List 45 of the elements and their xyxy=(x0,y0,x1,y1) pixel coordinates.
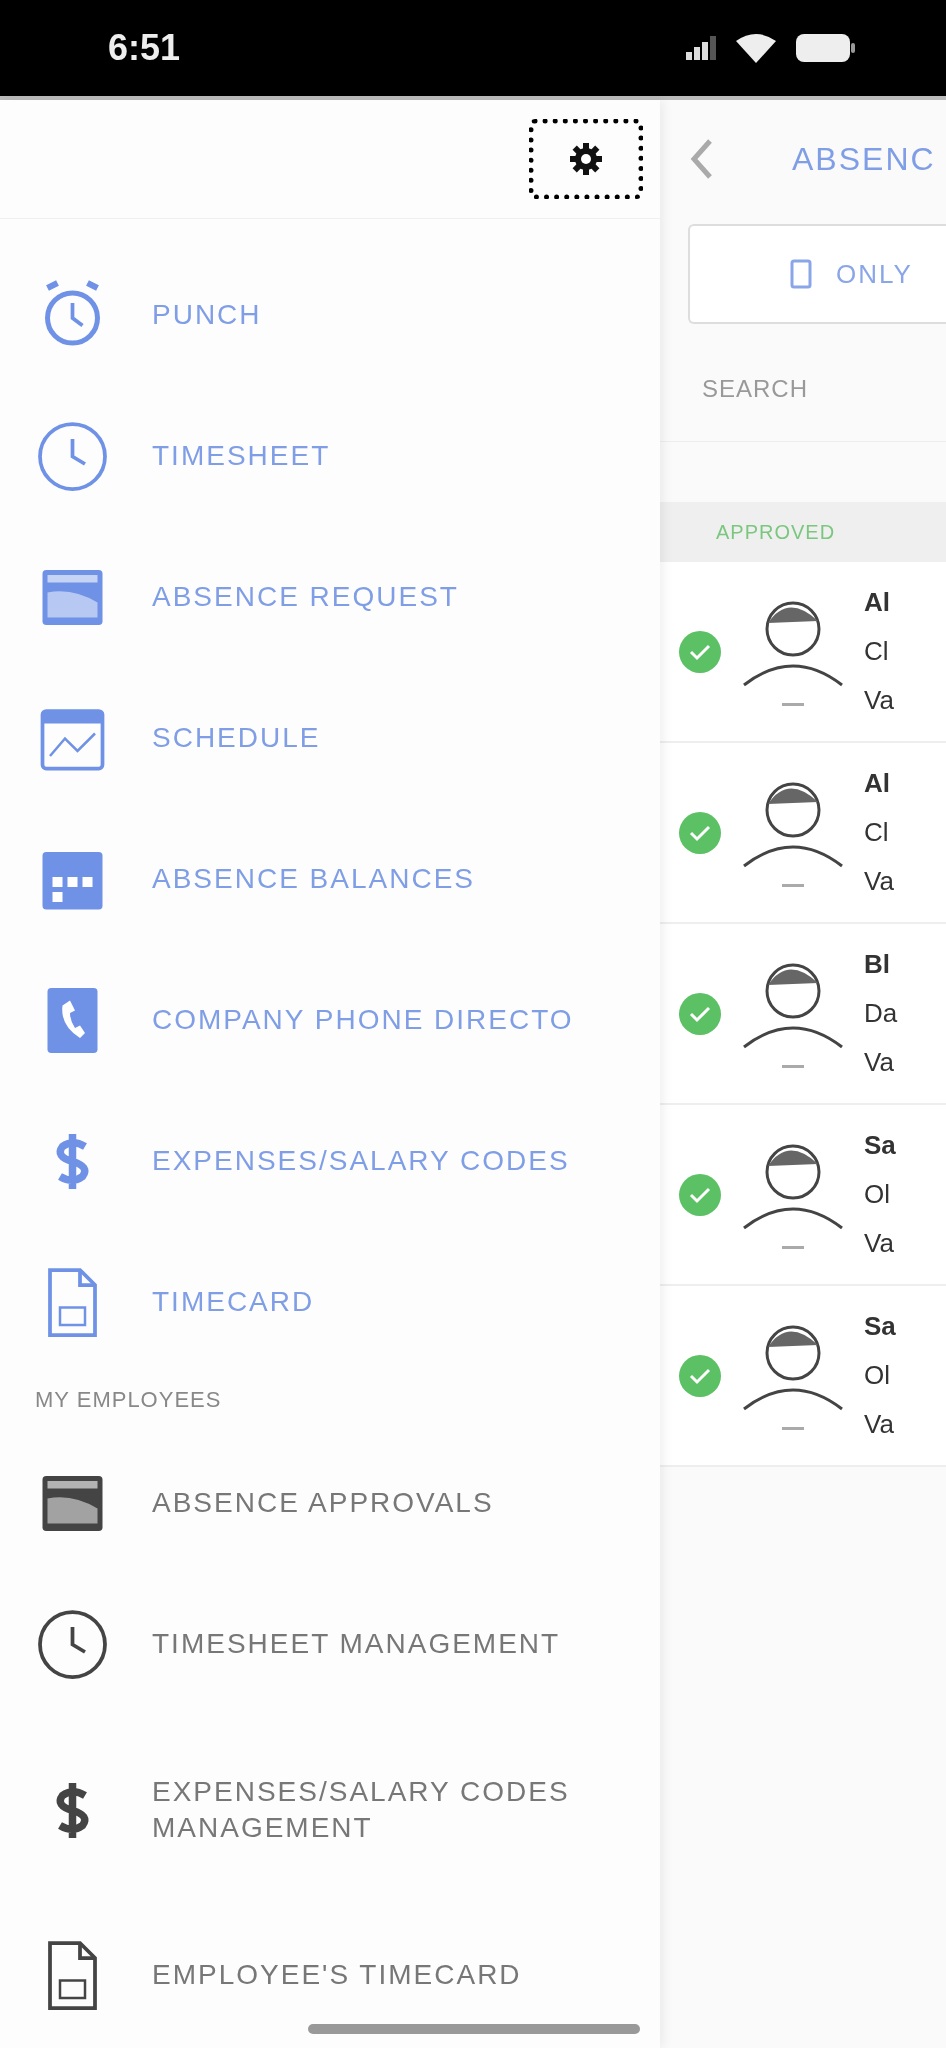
menu-item[interactable]: ABSENCE BALANCES xyxy=(0,809,660,950)
signal-icon xyxy=(686,36,716,60)
request-dates: Va xyxy=(864,685,894,716)
menu-item[interactable]: PUNCH xyxy=(0,245,660,386)
section-heading: MY EMPLOYEES xyxy=(34,1386,223,1414)
request-row[interactable]: Sa Ol Va xyxy=(660,1105,946,1286)
request-type: Ol xyxy=(864,1179,891,1210)
employee-name: Sa xyxy=(864,1311,896,1342)
battery-icon xyxy=(796,34,856,62)
employee-name: Bl xyxy=(864,949,891,980)
clock-icon xyxy=(35,1607,110,1682)
request-dates: Va xyxy=(864,1409,895,1440)
menu-item[interactable]: SCHEDULE xyxy=(0,668,660,809)
clock-icon xyxy=(35,419,110,494)
menu-item[interactable]: EMPLOYEE'S TIMECARD xyxy=(0,1905,660,2046)
request-row[interactable]: Bl Da Va xyxy=(660,924,946,1105)
menu-item[interactable]: ABSENCE REQUEST xyxy=(0,527,660,668)
menu-item[interactable]: EXPENSES/SALARY CODES MANAGEMENT xyxy=(0,1715,660,1905)
request-type: Cl xyxy=(864,636,890,667)
request-row[interactable]: Sa Ol Va xyxy=(660,1286,946,1467)
search-field[interactable]: SEARCH xyxy=(700,373,904,404)
menu-item[interactable]: TIMESHEET MANAGEMENT xyxy=(0,1574,660,1715)
menu-item[interactable]: EXPENSES/SALARY CODES xyxy=(0,1091,660,1232)
request-row[interactable]: Al Cl Va xyxy=(660,743,946,924)
menu-item[interactable]: COMPANY PHONE DIRECTO xyxy=(0,950,660,1091)
settings-icon xyxy=(569,142,603,176)
request-dates: Va xyxy=(864,1228,895,1259)
filter-button[interactable]: ONLY xyxy=(688,224,946,324)
menu-item[interactable]: TIMESHEET xyxy=(0,386,660,527)
employee-name: Al xyxy=(864,768,891,799)
request-row[interactable]: Al Cl Va xyxy=(660,562,946,743)
employee-name: Al xyxy=(864,587,891,618)
settings-button[interactable] xyxy=(529,119,643,199)
menu-item[interactable]: TIMECARD xyxy=(0,1232,660,1373)
menu-item[interactable]: ABSENCE APPROVALS xyxy=(0,1433,660,1574)
request-dates: Va xyxy=(864,1047,895,1078)
page-title: ABSENC xyxy=(792,140,936,178)
employee-name: Sa xyxy=(864,1130,896,1161)
request-dates: Va xyxy=(864,866,894,897)
section-title: APPROVED xyxy=(716,520,836,544)
request-type: Ol xyxy=(864,1360,891,1391)
status-time: 6:51 xyxy=(108,27,181,69)
request-type: Da xyxy=(864,998,898,1029)
wifi-icon xyxy=(736,33,776,63)
request-type: Cl xyxy=(864,817,890,848)
